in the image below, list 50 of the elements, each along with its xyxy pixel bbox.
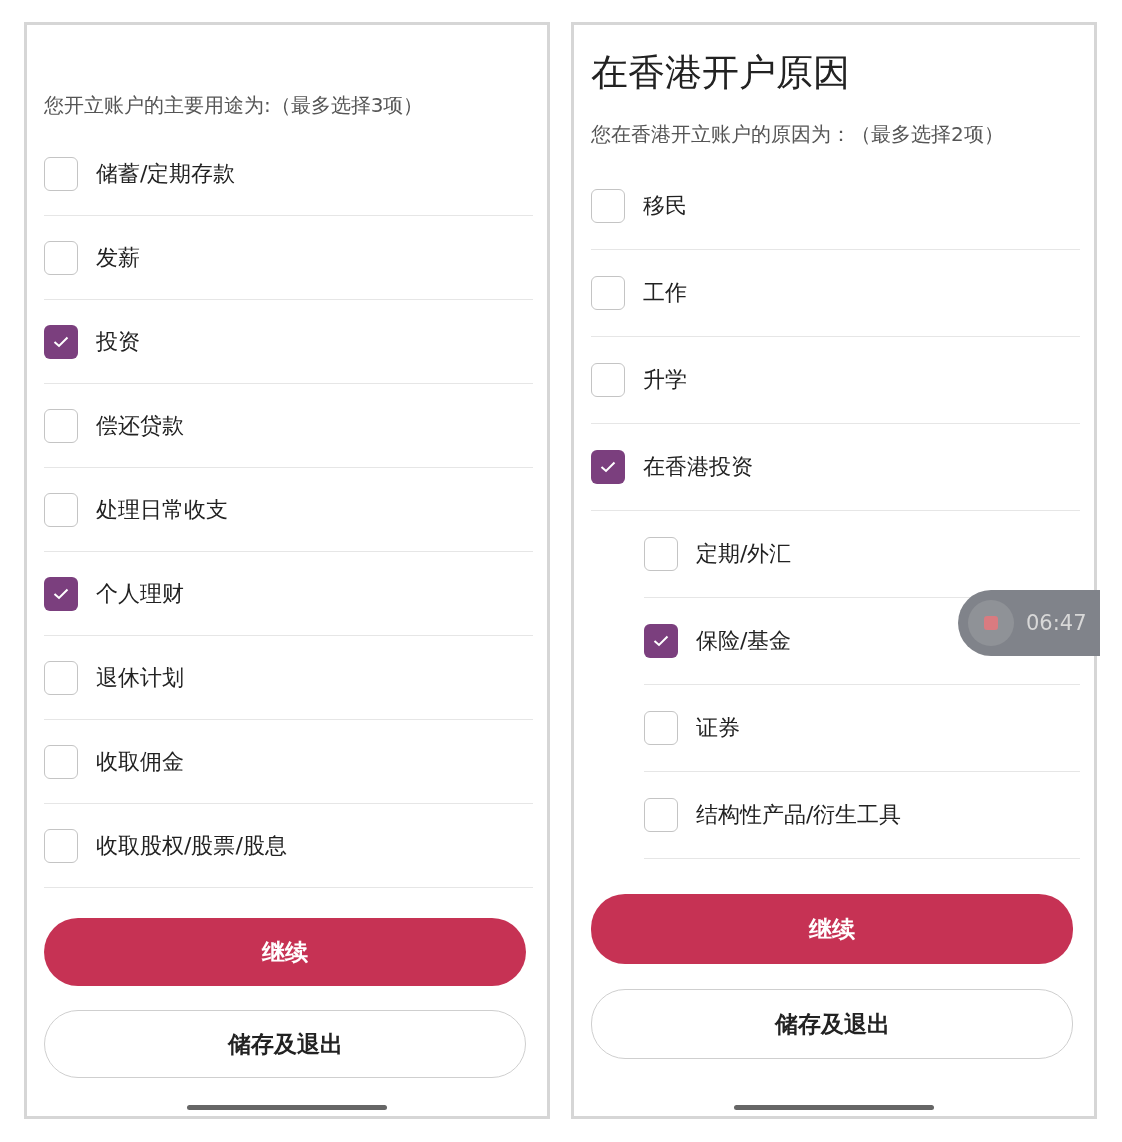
option-label: 保险/基金 — [696, 627, 792, 655]
checkbox[interactable] — [644, 624, 678, 658]
option-label: 证券 — [696, 714, 740, 742]
home-indicator[interactable] — [187, 1105, 387, 1110]
option-label: 退休计划 — [96, 663, 184, 692]
continue-button[interactable]: 继续 — [44, 918, 526, 986]
save-exit-button[interactable]: 储存及退出 — [44, 1010, 526, 1078]
check-icon — [53, 335, 69, 348]
option-label: 收取股权/股票/股息 — [96, 831, 287, 860]
checkbox[interactable] — [44, 408, 78, 443]
recording-time: 06:47 — [1026, 611, 1087, 635]
check-icon — [53, 587, 69, 600]
checkbox[interactable] — [644, 798, 678, 832]
recording-pill[interactable]: 06:47 — [958, 590, 1100, 656]
checkbox[interactable] — [591, 450, 625, 484]
page-title: 在香港开户原因 — [591, 51, 851, 95]
question-text: 您在香港开立账户的原因为：（最多选择2项） — [591, 121, 1005, 148]
checkbox[interactable] — [644, 537, 678, 571]
checkbox[interactable] — [644, 711, 678, 745]
option-label: 结构性产品/衍生工具 — [696, 801, 902, 829]
checkbox[interactable] — [44, 240, 78, 275]
checkbox[interactable] — [44, 576, 78, 611]
save-exit-button[interactable]: 储存及退出 — [591, 989, 1073, 1059]
checkbox[interactable] — [44, 324, 78, 359]
checkbox[interactable] — [591, 276, 625, 310]
option-label: 个人理财 — [96, 579, 184, 608]
option-label: 偿还贷款 — [96, 411, 184, 440]
checkbox[interactable] — [44, 744, 78, 779]
option-label: 储蓄/定期存款 — [96, 159, 236, 188]
option-label: 投资 — [96, 327, 140, 356]
continue-button[interactable]: 继续 — [591, 894, 1073, 964]
checkbox[interactable] — [44, 828, 78, 863]
option-label: 移民 — [643, 192, 687, 220]
checkbox[interactable] — [44, 492, 78, 527]
check-icon — [600, 461, 616, 473]
option-label: 升学 — [643, 366, 687, 394]
option-label: 工作 — [643, 279, 687, 307]
check-icon — [653, 635, 669, 647]
question-text: 您开立账户的主要用途为:（最多选择3项） — [44, 92, 425, 119]
option-label: 收取佣金 — [96, 747, 184, 776]
option-label: 在香港投资 — [643, 453, 753, 481]
checkbox[interactable] — [591, 363, 625, 397]
option-label: 处理日常收支 — [96, 495, 228, 524]
checkbox[interactable] — [591, 189, 625, 223]
option-label: 定期/外汇 — [696, 540, 792, 568]
stop-icon[interactable] — [968, 600, 1014, 646]
checkbox[interactable] — [44, 660, 78, 695]
option-label: 发薪 — [96, 243, 140, 272]
home-indicator[interactable] — [734, 1105, 934, 1110]
checkbox[interactable] — [44, 156, 78, 191]
